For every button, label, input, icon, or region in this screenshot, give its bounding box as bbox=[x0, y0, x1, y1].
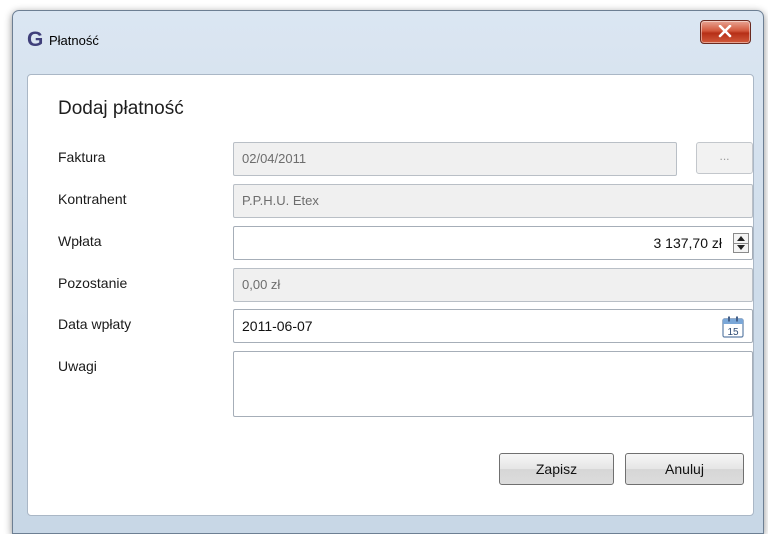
arrow-up-icon bbox=[737, 236, 745, 241]
kontrahent-field: P.P.H.U. Etex bbox=[233, 184, 753, 218]
calendar-day: 15 bbox=[727, 327, 739, 338]
kontrahent-label: Kontrahent bbox=[58, 191, 127, 207]
faktura-field: 02/04/2011 bbox=[233, 142, 677, 176]
dialog-content: Dodaj płatność Faktura 02/04/2011 ... Ko… bbox=[27, 74, 754, 516]
save-button[interactable]: Zapisz bbox=[499, 453, 614, 485]
pozostanie-label: Pozostanie bbox=[58, 275, 128, 291]
close-button[interactable] bbox=[700, 20, 751, 44]
page-title: Dodaj płatność bbox=[58, 98, 184, 119]
uwagi-label: Uwagi bbox=[58, 358, 97, 374]
calendar-icon[interactable]: 15 bbox=[722, 316, 744, 338]
wplata-label: Wpłata bbox=[58, 233, 102, 249]
wplata-input[interactable]: 3 137,70 zł bbox=[233, 226, 753, 260]
app-logo-icon: G bbox=[27, 28, 44, 51]
date-input[interactable]: 2011-06-07 15 bbox=[233, 309, 753, 343]
arrow-down-icon bbox=[737, 245, 745, 250]
stepper-down-button[interactable] bbox=[734, 243, 748, 252]
date-value: 2011-06-07 bbox=[242, 318, 313, 334]
faktura-label: Faktura bbox=[58, 149, 106, 165]
window-title: Płatność bbox=[49, 33, 99, 48]
dialog-window: G Płatność Dodaj płatność Faktura 02/04/… bbox=[12, 10, 764, 534]
cancel-button[interactable]: Anuluj bbox=[625, 453, 744, 485]
amount-stepper[interactable] bbox=[733, 233, 749, 253]
pozostanie-field: 0,00 zł bbox=[233, 268, 753, 302]
wplata-value: 3 137,70 zł bbox=[653, 235, 723, 251]
notes-textarea[interactable] bbox=[233, 351, 753, 417]
title-bar[interactable]: G Płatność bbox=[13, 11, 763, 63]
browse-invoice-button[interactable]: ... bbox=[696, 142, 753, 174]
data-wplaty-label: Data wpłaty bbox=[58, 316, 132, 332]
close-icon bbox=[718, 25, 732, 38]
